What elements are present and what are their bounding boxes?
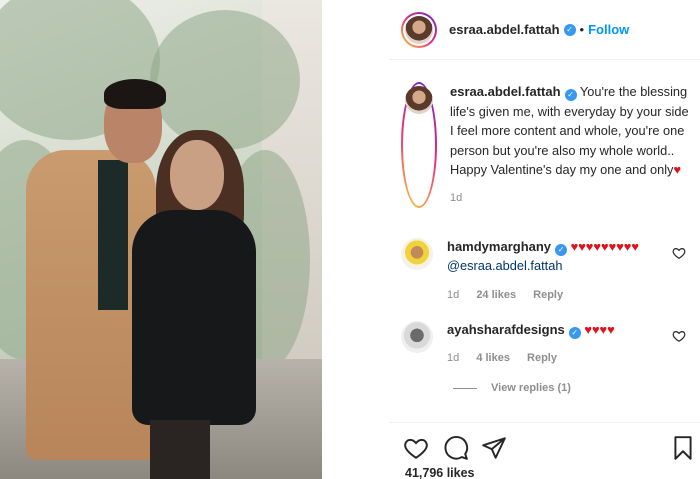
verified-badge-icon: ✓ [555,244,568,256]
comment-username[interactable]: ayahsharafdesigns [447,322,565,337]
comment-item: hamdymarghany ✓ ♥♥♥♥♥♥♥♥♥ @esraa.abdel.fa… [401,238,686,305]
comment-hearts: ♥♥♥♥ [584,322,615,337]
comment-body: hamdymarghany ✓ ♥♥♥♥♥♥♥♥♥ @esraa.abdel.fa… [447,238,686,305]
photo-foliage [150,10,300,150]
author-avatar[interactable] [401,11,437,48]
comment-hearts: ♥♥♥♥♥♥♥♥♥ [570,239,639,254]
post-photo[interactable] [0,0,322,479]
caption-avatar[interactable] [401,82,437,208]
caption-timestamp[interactable]: 1d [450,189,691,209]
photo-man-shirt [98,160,128,310]
replies-divider [453,387,477,389]
bookmark-icon[interactable] [670,435,696,461]
likes-count[interactable]: 41,796 likes [405,466,475,479]
photo-woman-legs [150,420,210,479]
comment-avatar[interactable] [401,321,433,353]
author-username-text[interactable]: esraa.abdel.fattah [449,22,560,37]
comment-avatar[interactable] [401,238,433,270]
comment-likes[interactable]: 24 likes [476,289,516,301]
reply-button[interactable]: Reply [533,289,563,301]
author-username[interactable]: esraa.abdel.fattah [449,22,560,37]
comment-meta: 1d 24 likes Reply [447,286,686,305]
comment-timestamp[interactable]: 1d [447,289,459,301]
comment-body: ayahsharafdesigns ✓ ♥♥♥♥ 1d 4 likes Reply [447,321,686,367]
heart-outline-icon[interactable] [403,435,429,461]
heart-outline-icon[interactable] [672,329,686,343]
reply-button[interactable]: Reply [527,352,557,364]
photo-man-hair [104,79,166,109]
follow-button[interactable]: Follow [588,22,629,37]
caption-username[interactable]: esraa.abdel.fattah [450,84,561,99]
separator-dot: • [579,22,585,37]
view-replies-button[interactable]: View replies (1) [453,382,571,394]
comment-timestamp[interactable]: 1d [447,352,459,364]
post-header: esraa.abdel.fattah ✓ • Follow [389,0,700,60]
comment-mention[interactable]: @esraa.abdel.fattah [447,258,562,273]
verified-badge-icon: ✓ [564,89,577,101]
comment-bubble-icon[interactable] [443,435,469,461]
view-replies-label[interactable]: View replies (1) [491,382,571,394]
photo-woman-dress [132,210,256,425]
paper-plane-icon[interactable] [481,435,507,461]
heart-emoji: ♥ [673,162,682,177]
post-panel: esraa.abdel.fattah ✓ • Follow esraa.abde… [389,0,700,479]
photo-woman-head [170,140,224,210]
comment-meta: 1d 4 likes Reply [447,349,686,368]
comment-username[interactable]: hamdymarghany [447,239,551,254]
verified-badge-icon: ✓ [563,23,576,36]
comment-item: ayahsharafdesigns ✓ ♥♥♥♥ 1d 4 likes Reply [401,321,686,367]
heart-outline-icon[interactable] [672,246,686,260]
comment-likes[interactable]: 4 likes [476,352,510,364]
caption-body: esraa.abdel.fattah ✓ You're the blessing … [450,82,691,208]
post-caption: esraa.abdel.fattah ✓ You're the blessing … [401,82,691,208]
verified-badge-icon: ✓ [568,327,581,339]
